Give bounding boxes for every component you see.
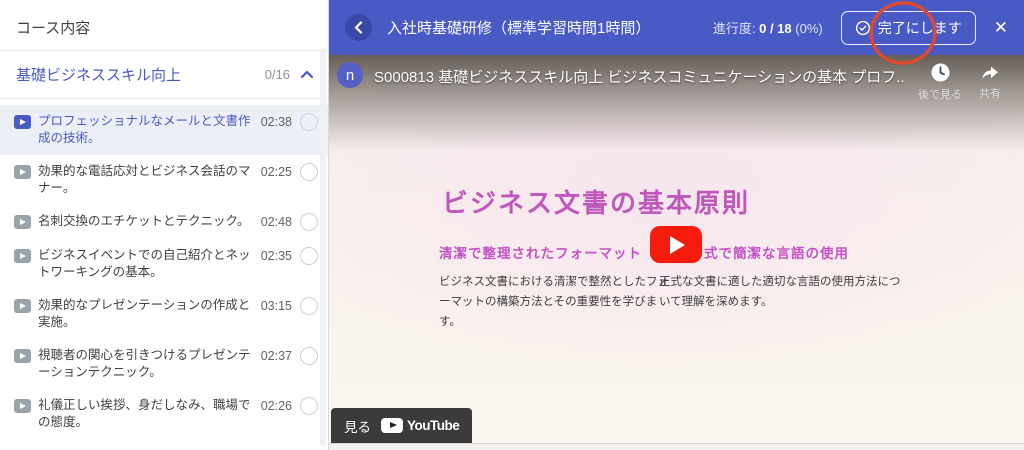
- lesson-title: 効果的な電話応対とビジネス会話のマナー。: [38, 163, 254, 197]
- video-player[interactable]: ビジネス文書の基本原則 清潔で整理されたフォーマット 式で簡潔な言語の使用 ビジ…: [329, 55, 1024, 443]
- play-icon: [14, 215, 31, 229]
- watch-later-label: 後で見る: [918, 86, 962, 102]
- completion-circle-icon: [300, 297, 318, 315]
- lesson-duration: 02:35: [261, 249, 292, 263]
- course-section-header[interactable]: 基礎ビジネススキル向上 0/16: [0, 51, 328, 99]
- sidebar-scrollbar[interactable]: [320, 48, 326, 446]
- progress-percent: (0%): [795, 21, 822, 36]
- clock-icon: [930, 62, 951, 83]
- slide-col2-heading: 式で簡潔な言語の使用: [704, 242, 849, 262]
- slide-col2-body: 正式な文書に適した適切な言語の使用方法について理解を深めます。: [659, 272, 903, 312]
- course-sidebar: コース内容 基礎ビジネススキル向上 0/16 プロフェッショナルなメールと文書作…: [0, 0, 329, 450]
- progress-value: 0 / 18: [759, 21, 792, 36]
- slide-col1-body: ビジネス文書における清潔で整然としたフォーマットの構築方法とその重要性を学びます…: [439, 272, 675, 332]
- completion-circle-icon: [300, 163, 318, 181]
- youtube-play-badge-icon: [381, 418, 403, 433]
- progress-indicator: 進行度: 0 / 18 (0%): [713, 18, 823, 37]
- play-icon: [14, 249, 31, 263]
- sidebar-title: コース内容: [0, 0, 328, 51]
- play-icon: [14, 349, 31, 363]
- completion-circle-icon: [300, 213, 318, 231]
- mark-complete-label: 完了にします: [878, 18, 962, 38]
- completion-circle-icon: [300, 397, 318, 415]
- completion-circle-icon: [300, 347, 318, 365]
- lesson-duration: 02:25: [261, 165, 292, 179]
- section-progress-count: 0/16: [265, 67, 290, 82]
- close-icon[interactable]: ✕: [994, 19, 1008, 36]
- chevron-up-icon: [300, 70, 314, 79]
- lesson-duration: 02:26: [261, 399, 292, 413]
- play-icon: [14, 399, 31, 413]
- progress-label: 進行度:: [713, 21, 756, 36]
- play-icon: [14, 115, 31, 129]
- lesson-duration: 02:37: [261, 349, 292, 363]
- youtube-wordmark: YouTube: [407, 418, 459, 433]
- lesson-title: 効果的なプレゼンテーションの作成と実施。: [38, 297, 254, 331]
- video-header: n S000813 基礎ビジネススキル向上 ビジネスコミュニケーションの基本 プ…: [329, 55, 1024, 102]
- channel-avatar[interactable]: n: [337, 62, 363, 88]
- share-label: 共有: [979, 85, 1001, 101]
- lesson-title: 視聴者の関心を引きつけるプレゼンテーションテクニック。: [38, 347, 254, 381]
- lesson-item-2[interactable]: 効果的な電話応対とビジネス会話のマナー。 02:25: [0, 155, 328, 205]
- lesson-item-5[interactable]: 効果的なプレゼンテーションの作成と実施。 03:15: [0, 289, 328, 339]
- watch-later-button[interactable]: 後で見る: [916, 62, 964, 102]
- lesson-item-7[interactable]: 礼儀正しい挨拶、身だしなみ、職場での態度。 02:26: [0, 389, 328, 439]
- section-label: 基礎ビジネススキル向上: [16, 64, 265, 85]
- share-button[interactable]: 共有: [966, 62, 1014, 101]
- lesson-title: プロフェッショナルなメールと文書作成の技術。: [38, 113, 254, 147]
- lesson-item-6[interactable]: 視聴者の関心を引きつけるプレゼンテーションテクニック。 02:37: [0, 339, 328, 389]
- course-topbar: 入社時基礎研修（標準学習時間1時間） 進行度: 0 / 18 (0%) 完了にし…: [329, 0, 1024, 55]
- player-panel: 入社時基礎研修（標準学習時間1時間） 進行度: 0 / 18 (0%) 完了にし…: [329, 0, 1024, 450]
- lesson-item-4[interactable]: ビジネスイベントでの自己紹介とネットワーキングの基本。 02:35: [0, 239, 328, 289]
- mark-complete-button[interactable]: 完了にします: [841, 11, 976, 45]
- lesson-duration: 03:15: [261, 299, 292, 313]
- chevron-left-icon: [354, 21, 363, 34]
- youtube-play-button[interactable]: [650, 226, 702, 263]
- player-bottom-strip: [329, 443, 1024, 450]
- completion-circle-icon: [300, 247, 318, 265]
- lesson-item-1[interactable]: プロフェッショナルなメールと文書作成の技術。 02:38: [0, 105, 328, 155]
- lesson-duration: 02:38: [261, 115, 292, 129]
- course-title: 入社時基礎研修（標準学習時間1時間）: [387, 17, 713, 38]
- video-title[interactable]: S000813 基礎ビジネススキル向上 ビジネスコミュニケーションの基本 プロフ…: [374, 66, 904, 87]
- lesson-title: 礼儀正しい挨拶、身だしなみ、職場での態度。: [38, 397, 254, 431]
- watch-label: 見る: [344, 416, 371, 436]
- lesson-title: ビジネスイベントでの自己紹介とネットワーキングの基本。: [38, 247, 254, 281]
- share-icon: [979, 62, 1001, 82]
- elearning-app: コース内容 基礎ビジネススキル向上 0/16 プロフェッショナルなメールと文書作…: [0, 0, 1024, 450]
- slide-col1-heading: 清潔で整理されたフォーマット: [439, 242, 642, 262]
- back-button[interactable]: [345, 14, 372, 41]
- lesson-item-3[interactable]: 名刺交換のエチケットとテクニック。 02:48: [0, 205, 328, 239]
- play-icon: [14, 299, 31, 313]
- play-icon: [14, 165, 31, 179]
- completion-circle-icon: [300, 113, 318, 131]
- watch-on-youtube-link[interactable]: 見る YouTube: [331, 408, 472, 443]
- lesson-list: プロフェッショナルなメールと文書作成の技術。 02:38 効果的な電話応対とビジ…: [0, 99, 328, 439]
- youtube-logo-icon: YouTube: [381, 418, 459, 433]
- lesson-title: 名刺交換のエチケットとテクニック。: [38, 213, 254, 230]
- lesson-duration: 02:48: [261, 215, 292, 229]
- check-circle-icon: [855, 20, 871, 36]
- slide-title: ビジネス文書の基本原則: [442, 183, 750, 220]
